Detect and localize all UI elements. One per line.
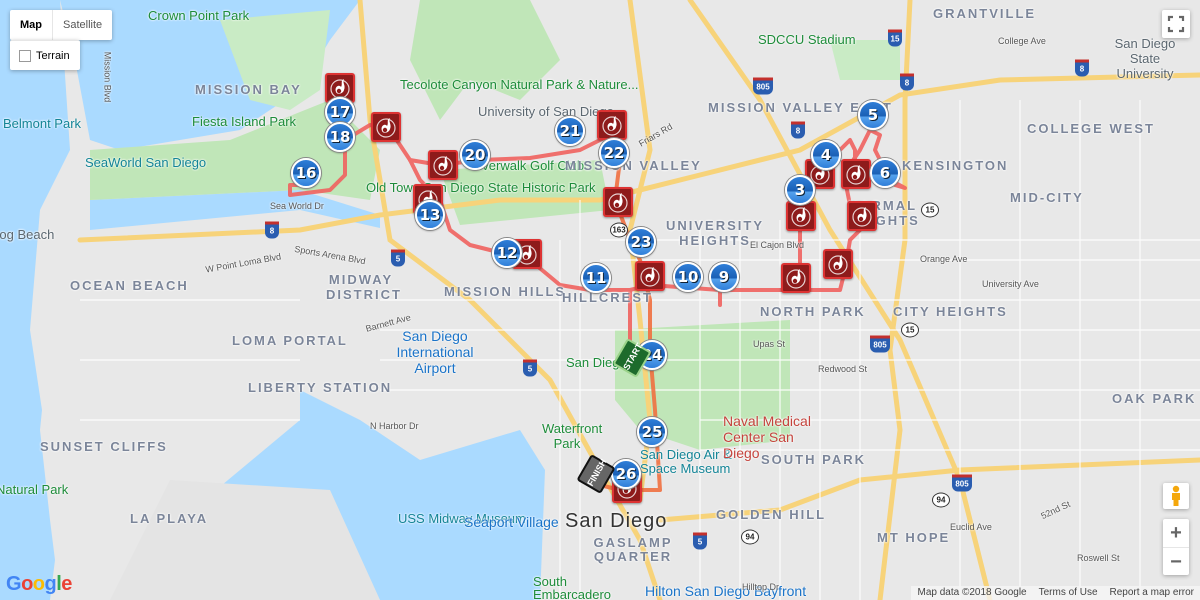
fullscreen-button[interactable] [1162, 10, 1190, 38]
aid-station-icon [828, 255, 848, 275]
state-route-15-shield: 15 [921, 202, 939, 218]
aid-station-marker[interactable] [786, 201, 816, 231]
interstate-8-shield: 8 [1075, 59, 1089, 77]
marathon-route [288, 123, 907, 492]
google-logo[interactable]: Google [6, 573, 72, 596]
terrain-checkbox[interactable] [19, 49, 31, 62]
mile-marker-16[interactable]: 16 [291, 158, 321, 188]
aid-station-marker[interactable] [603, 187, 633, 217]
logo-letter: o [32, 573, 45, 595]
mile-marker-25[interactable]: 25 [637, 417, 667, 447]
aid-station-marker[interactable] [597, 110, 627, 140]
interstate-805-shield: 805 [952, 474, 972, 492]
interstate-805-shield: 805 [753, 77, 773, 95]
aid-station-marker[interactable] [847, 201, 877, 231]
interstate-8-shield: 8 [900, 73, 914, 91]
map-type-map-button[interactable]: Map [10, 10, 52, 40]
aid-station-marker[interactable] [841, 159, 871, 189]
interstate-805-shield: 805 [870, 335, 890, 353]
state-route-163-shield: 163 [610, 222, 628, 238]
mile-marker-20[interactable]: 20 [460, 140, 490, 170]
report-map-error-link[interactable]: Report a map error [1104, 586, 1200, 600]
map-footer: Map data ©2018 Google Terms of Use Repor… [911, 586, 1200, 600]
interstate-5-shield: 5 [523, 359, 537, 377]
mile-marker-4[interactable]: 4 [811, 140, 841, 170]
interstate-5-shield: 5 [391, 249, 405, 267]
zoom-in-button[interactable]: + [1163, 519, 1189, 547]
aid-station-icon [791, 207, 811, 227]
street-view-pegman[interactable] [1163, 483, 1189, 509]
state-route-15-shield: 15 [901, 322, 919, 338]
map-canvas[interactable]: Crown Point Park MISSION BAY Fiesta Isla… [0, 0, 1200, 600]
pegman-icon [1172, 485, 1180, 506]
map-type-satellite-button[interactable]: Satellite [52, 10, 112, 40]
mile-marker-11[interactable]: 11 [581, 263, 611, 293]
aid-station-icon [852, 207, 872, 227]
fullscreen-icon [1167, 15, 1185, 33]
state-route-94-shield: 94 [932, 492, 950, 508]
aid-station-icon [602, 116, 622, 136]
mile-marker-9[interactable]: 9 [709, 262, 739, 292]
aid-station-marker[interactable] [823, 249, 853, 279]
aid-station-icon [640, 267, 660, 287]
zoom-out-button[interactable]: − [1163, 547, 1189, 575]
aid-station-icon [376, 118, 396, 138]
mile-marker-22[interactable]: 22 [599, 138, 629, 168]
aid-station-marker[interactable] [635, 261, 665, 291]
logo-letter: g [44, 573, 57, 595]
interstate-8-shield: 8 [265, 221, 279, 239]
mile-marker-13[interactable]: 13 [415, 200, 445, 230]
logo-letter: e [61, 573, 72, 595]
aid-station-icon [846, 165, 866, 185]
aid-station-icon [608, 193, 628, 213]
mile-marker-21[interactable]: 21 [555, 116, 585, 146]
mile-marker-5[interactable]: 5 [858, 100, 888, 130]
interstate-5-shield: 5 [693, 532, 707, 550]
mile-marker-6[interactable]: 6 [870, 158, 900, 188]
map-attribution: Map data ©2018 Google [917, 587, 1027, 598]
map-type-control: Map Satellite [10, 10, 113, 40]
terms-of-use-link[interactable]: Terms of Use [1033, 586, 1104, 600]
mile-marker-12[interactable]: 12 [492, 238, 522, 268]
zoom-control: + − [1163, 519, 1189, 575]
interstate-8-shield: 8 [791, 121, 805, 139]
mile-marker-3[interactable]: 3 [785, 175, 815, 205]
aid-station-marker[interactable] [781, 263, 811, 293]
mile-marker-23[interactable]: 23 [626, 227, 656, 257]
aid-station-icon [433, 156, 453, 176]
logo-letter: o [21, 573, 33, 595]
logo-letter: G [6, 573, 22, 595]
mile-marker-10[interactable]: 10 [673, 262, 703, 292]
aid-station-icon [786, 269, 806, 289]
state-route-94-shield: 94 [741, 529, 759, 545]
interstate-15-shield: 15 [888, 29, 902, 47]
terrain-label: Terrain [36, 49, 70, 62]
terrain-toggle[interactable]: Terrain [10, 40, 80, 70]
aid-station-marker[interactable] [428, 150, 458, 180]
mile-marker-18[interactable]: 18 [325, 122, 355, 152]
mile-marker-26[interactable]: 26 [611, 459, 641, 489]
aid-station-marker[interactable] [371, 112, 401, 142]
